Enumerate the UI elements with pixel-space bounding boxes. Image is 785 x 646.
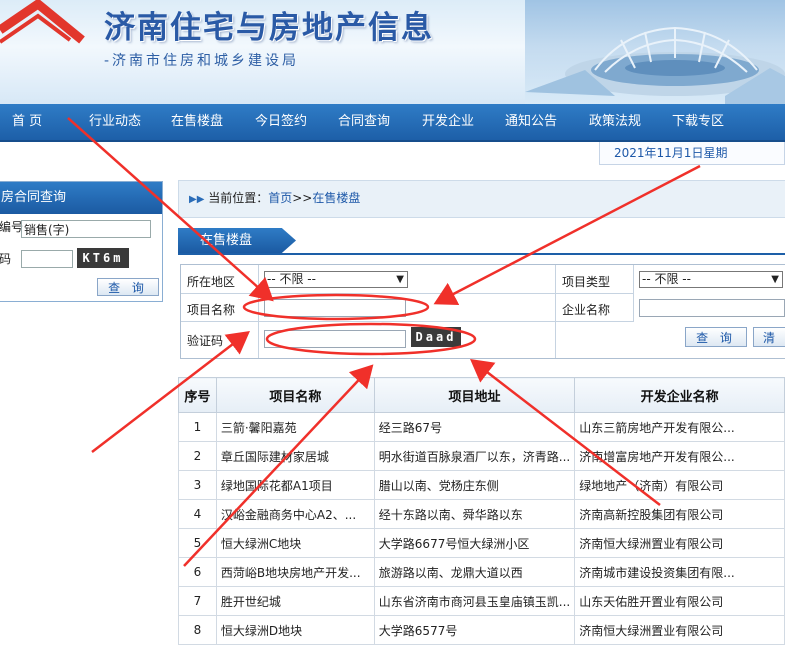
- clear-button[interactable]: 清: [753, 327, 785, 347]
- project-name-label: 项目名称: [187, 303, 236, 317]
- nav-item-contract-query[interactable]: 合同查询: [338, 104, 390, 140]
- nav-item-industry-news[interactable]: 行业动态: [89, 104, 141, 140]
- nav-item-on-sale[interactable]: 在售楼盘: [171, 104, 223, 140]
- col-header-project-address: 项目地址: [373, 377, 576, 413]
- search-query-button[interactable]: 查 询: [685, 327, 747, 347]
- row-project-address: 山东省济南市商河县玉皇庙镇玉凯...: [373, 586, 576, 616]
- table-row[interactable]: 5 恒大绿洲C地块 大学路6677号恒大绿洲小区 济南恒大绿洲置业有限公司: [178, 528, 785, 558]
- breadcrumb-separator: >>: [292, 191, 313, 205]
- nav-item-today-contracts[interactable]: 今日签约: [255, 104, 307, 140]
- row-developer: 济南高新控股集团有限公司: [574, 499, 785, 529]
- row-index: 1: [178, 412, 217, 442]
- captcha-label: 验证码: [187, 334, 224, 348]
- contract-query-panel: 房合同查询 编号 销售(字) 码 KT6m 查 询: [0, 181, 163, 302]
- nav-item-home[interactable]: 首 页: [12, 104, 42, 140]
- house-logo-icon: [0, 0, 85, 44]
- nav-item-developers[interactable]: 开发企业: [422, 104, 474, 140]
- contract-captcha-label: 码: [0, 252, 12, 266]
- project-type-select[interactable]: -- 不限 -- ▼: [639, 271, 783, 288]
- main-nav: 首 页 行业动态 在售楼盘 今日签约 合同查询 开发企业 通知公告 政策法规 下…: [0, 104, 785, 142]
- current-date: 2021年11月1日星期: [599, 142, 785, 165]
- col-header-project-name: 项目名称: [215, 377, 375, 413]
- table-row[interactable]: 3 绿地国际花都A1项目 腊山以南、党杨庄东侧 绿地地产（济南）有限公司: [178, 470, 785, 500]
- table-header-row: 序号 项目名称 项目地址 开发企业名称: [178, 377, 785, 413]
- region-label: 所在地区: [187, 275, 236, 289]
- search-form: 所在地区 -- 不限 -- ▼ 项目类型 -- 不限 -- ▼ 项目名称 企业名…: [180, 264, 785, 359]
- company-name-input[interactable]: [639, 299, 785, 317]
- row-index: 5: [178, 528, 217, 558]
- breadcrumb-current[interactable]: 在售楼盘: [312, 191, 360, 205]
- stadium-image: [525, 0, 785, 104]
- site-title: 济南住宅与房地产信息: [104, 10, 434, 46]
- row-project-name[interactable]: 汉峪金融商务中心A2、...: [215, 499, 375, 529]
- company-name-label: 企业名称: [562, 303, 611, 317]
- chevron-down-icon: ▼: [771, 274, 779, 285]
- table-row[interactable]: 2 章丘国际建材家居城 明水街道百脉泉酒厂以东，济青路... 济南增富房地产开发有限公…: [178, 441, 785, 471]
- row-project-name[interactable]: 西菏峪B地块房地产开发...: [215, 557, 375, 587]
- row-project-address: 经十东路以南、舜华路以东: [373, 499, 576, 529]
- contract-number-input[interactable]: 销售(字): [21, 220, 151, 238]
- header-banner: 济南住宅与房地产信息 -济南市住房和城乡建设局: [0, 0, 785, 104]
- tab-on-sale[interactable]: 在售楼盘: [178, 228, 296, 253]
- nav-item-policies[interactable]: 政策法规: [589, 104, 641, 140]
- row-developer: 山东三箭房地产开发有限公...: [574, 412, 785, 442]
- date-bar: 2021年11月1日星期: [0, 142, 785, 166]
- row-index: 6: [178, 557, 217, 587]
- row-project-name[interactable]: 三箭·馨阳嘉苑: [215, 412, 375, 442]
- section-tabbar: 在售楼盘: [178, 228, 785, 255]
- breadcrumb: ▶▶ 当前位置：首页>>在售楼盘: [178, 180, 785, 218]
- contract-captcha-image[interactable]: KT6m: [77, 248, 129, 268]
- row-project-address: 旅游路以南、龙鼎大道以西: [373, 557, 576, 587]
- table-row[interactable]: 6 西菏峪B地块房地产开发... 旅游路以南、龙鼎大道以西 济南城市建设投资集团有限.…: [178, 557, 785, 587]
- row-index: 8: [178, 615, 217, 645]
- nav-item-downloads[interactable]: 下载专区: [672, 104, 724, 140]
- row-developer: 山东天佑胜开置业有限公司: [574, 586, 785, 616]
- table-row[interactable]: 7 胜开世纪城 山东省济南市商河县玉皇庙镇玉凯... 山东天佑胜开置业有限公司: [178, 586, 785, 616]
- row-project-name[interactable]: 恒大绿洲C地块: [215, 528, 375, 558]
- row-project-name[interactable]: 恒大绿洲D地块: [215, 615, 375, 645]
- contract-number-label: 编号: [0, 220, 24, 234]
- row-project-name[interactable]: 胜开世纪城: [215, 586, 375, 616]
- nav-item-notices[interactable]: 通知公告: [505, 104, 557, 140]
- row-project-name[interactable]: 章丘国际建材家居城: [215, 441, 375, 471]
- table-row[interactable]: 4 汉峪金融商务中心A2、... 经十东路以南、舜华路以东 济南高新控股集团有限公司: [178, 499, 785, 529]
- project-type-label: 项目类型: [562, 275, 611, 289]
- chevron-down-icon: ▼: [396, 274, 404, 285]
- captcha-image[interactable]: Daad: [411, 327, 461, 347]
- col-header-index: 序号: [178, 377, 217, 413]
- contract-captcha-input[interactable]: [21, 250, 73, 268]
- row-index: 3: [178, 470, 217, 500]
- row-developer: 济南增富房地产开发有限公...: [574, 441, 785, 471]
- table-row[interactable]: 1 三箭·馨阳嘉苑 经三路67号 山东三箭房地产开发有限公...: [178, 412, 785, 442]
- row-index: 2: [178, 441, 217, 471]
- row-developer: 济南恒大绿洲置业有限公司: [574, 615, 785, 645]
- row-project-address: 腊山以南、党杨庄东侧: [373, 470, 576, 500]
- row-project-address: 明水街道百脉泉酒厂以东，济青路...: [373, 441, 576, 471]
- row-project-name[interactable]: 绿地国际花都A1项目: [215, 470, 375, 500]
- row-developer: 绿地地产（济南）有限公司: [574, 470, 785, 500]
- table-row[interactable]: 8 恒大绿洲D地块 大学路6577号 济南恒大绿洲置业有限公司: [178, 615, 785, 645]
- row-project-address: 大学路6577号: [373, 615, 576, 645]
- captcha-input[interactable]: [264, 330, 406, 348]
- contract-query-button[interactable]: 查 询: [97, 278, 159, 296]
- contract-query-title: 房合同查询: [0, 182, 162, 214]
- results-table: 序号 项目名称 项目地址 开发企业名称 1 三箭·馨阳嘉苑 经三路67号 山东三箭房地…: [178, 377, 785, 645]
- row-index: 7: [178, 586, 217, 616]
- region-select[interactable]: -- 不限 -- ▼: [264, 271, 408, 288]
- row-index: 4: [178, 499, 217, 529]
- row-developer: 济南城市建设投资集团有限...: [574, 557, 785, 587]
- project-name-input[interactable]: [264, 299, 406, 317]
- breadcrumb-arrow-icon: ▶▶: [189, 194, 205, 205]
- breadcrumb-home-link[interactable]: 首页: [268, 191, 292, 205]
- row-project-address: 经三路67号: [373, 412, 576, 442]
- row-project-address: 大学路6677号恒大绿洲小区: [373, 528, 576, 558]
- row-developer: 济南恒大绿洲置业有限公司: [574, 528, 785, 558]
- site-subtitle: -济南市住房和城乡建设局: [104, 53, 300, 69]
- breadcrumb-prefix: 当前位置：: [208, 191, 269, 205]
- col-header-developer: 开发企业名称: [574, 377, 785, 413]
